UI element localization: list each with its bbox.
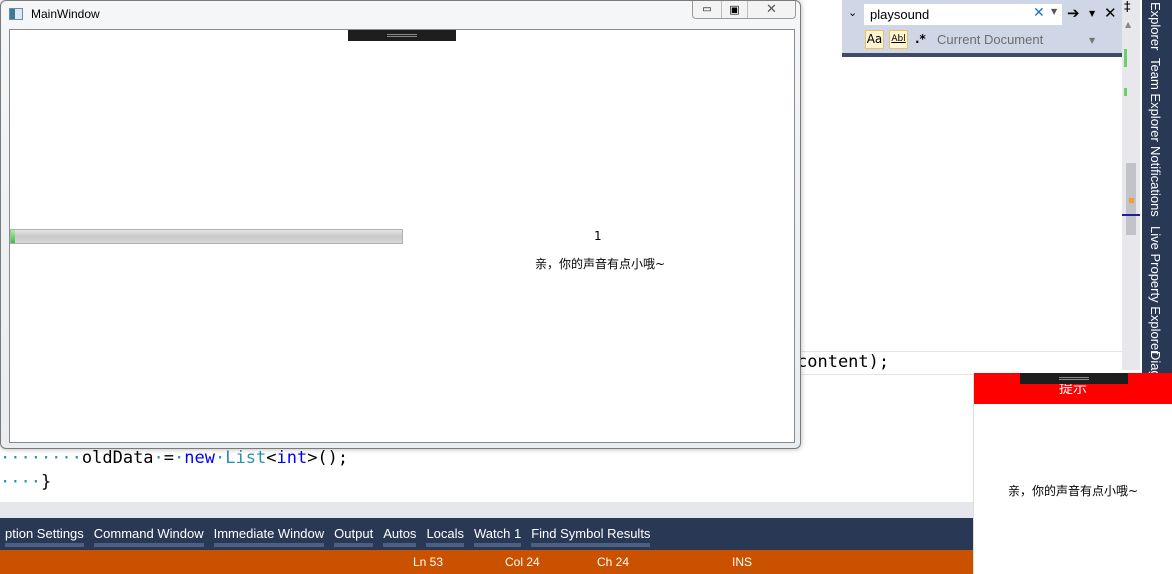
toast-popup: 提示 亲，你的声音有点小哦~ [973, 373, 1172, 574]
debug-toolbar-handle[interactable] [348, 30, 456, 41]
caret-line [1122, 214, 1140, 216]
tool-window-tabs: ption Settings Command Window Immediate … [0, 518, 973, 550]
toast-message: 亲，你的声音有点小哦~ [1007, 484, 1139, 498]
tab-autos[interactable]: Autos [378, 518, 421, 550]
tab-watch-1[interactable]: Watch 1 [469, 518, 526, 550]
code-line-brace[interactable]: ····} [0, 472, 51, 492]
scroll-up-icon[interactable]: ▲ [1125, 20, 1131, 29]
side-tab-explorer[interactable]: Explorer [1148, 2, 1163, 50]
whitespace-dots: · [153, 448, 164, 468]
split-icon[interactable]: ‡ [1124, 0, 1131, 15]
code-token: new [184, 448, 216, 468]
tab-exception-settings[interactable]: ption Settings [0, 518, 89, 550]
tab-locals[interactable]: Locals [421, 518, 469, 550]
status-bar: Ln 53 Col 24 Ch 24 INS [0, 550, 973, 574]
code-line-current[interactable]: content); [797, 351, 1122, 375]
side-tool-tabs: Explorer Team Explorer Notifications Liv… [1142, 0, 1172, 378]
side-tab-live-property-explorer[interactable]: Live Property Explorer [1148, 226, 1163, 355]
code-token: List [225, 448, 267, 468]
close-icon[interactable]: ✕ [1104, 4, 1117, 22]
code-token: = [163, 448, 175, 468]
regex-toggle[interactable]: .* [915, 32, 926, 46]
window-client-area: 1 亲，你的声音有点小哦~ [9, 29, 795, 443]
change-marker [1124, 88, 1127, 96]
find-next-icon[interactable]: ➔ [1067, 4, 1080, 22]
side-tab-team-explorer[interactable]: Team Explorer [1148, 58, 1163, 142]
code-text: } [40, 472, 52, 492]
progress-fill [11, 230, 15, 243]
minimize-button[interactable]: ▭ [693, 1, 721, 18]
volume-counter: 1 [594, 229, 602, 243]
status-ch: Ch 24 [597, 555, 630, 569]
whitespace-dots: ········ [0, 448, 82, 468]
code-token: int [276, 448, 308, 468]
tab-find-symbol-results[interactable]: Find Symbol Results [526, 518, 655, 550]
toast-header: 提示 [974, 373, 1172, 404]
maximize-button[interactable]: ▣ [721, 1, 747, 18]
app-icon [9, 8, 23, 20]
window-title: MainWindow [31, 7, 100, 21]
code-token: oldData [81, 448, 154, 468]
whole-word-toggle[interactable]: Abl [889, 30, 908, 49]
status-insert-mode: INS [732, 555, 753, 569]
tab-immediate-window[interactable]: Immediate Window [209, 518, 330, 550]
dropdown-icon[interactable]: ▼ [1089, 9, 1095, 18]
close-button[interactable]: ✕ [747, 1, 795, 18]
code-token: >(); [307, 448, 349, 468]
message-text: 亲，你的声音有点小哦~ [535, 257, 666, 271]
change-marker [1124, 49, 1127, 67]
code-token: < [266, 448, 277, 468]
match-case-toggle[interactable]: Aa [865, 30, 884, 49]
status-line: Ln 53 [413, 555, 444, 569]
main-window: MainWindow ▭ ▣ ✕ 1 亲，你的声音有点小哦~ [0, 0, 801, 449]
scope-dropdown-icon[interactable]: ▼ [1089, 36, 1095, 45]
find-scope-select[interactable]: Current Document [937, 32, 1043, 47]
whitespace-dots: · [215, 448, 226, 468]
panel-splitter[interactable] [0, 502, 973, 518]
whitespace-dots: · [174, 448, 185, 468]
dropdown-icon[interactable]: ▼ [1051, 7, 1057, 16]
debug-toolbar-handle[interactable] [1020, 373, 1128, 384]
caret-marker [1129, 198, 1134, 203]
tab-output[interactable]: Output [329, 518, 378, 550]
side-tab-notifications[interactable]: Notifications [1148, 146, 1163, 217]
status-col: Col 24 [505, 555, 540, 569]
chevron-down-icon[interactable]: ⌄ [848, 6, 857, 19]
tab-command-window[interactable]: Command Window [89, 518, 209, 550]
vertical-scrollbar[interactable]: ‡ ▲ [1122, 0, 1140, 370]
volume-progress-bar [10, 229, 403, 244]
code-text: content); [797, 352, 890, 372]
whitespace-dots: ···· [0, 472, 41, 492]
find-bar: ⌄ ✕ ▼ ➔ ▼ ✕ Aa Abl .* Current Document ▼ [842, 0, 1122, 57]
code-line-olddata[interactable]: ········oldData·=·new·List<int>(); [0, 448, 348, 468]
clear-icon[interactable]: ✕ [1033, 5, 1045, 21]
